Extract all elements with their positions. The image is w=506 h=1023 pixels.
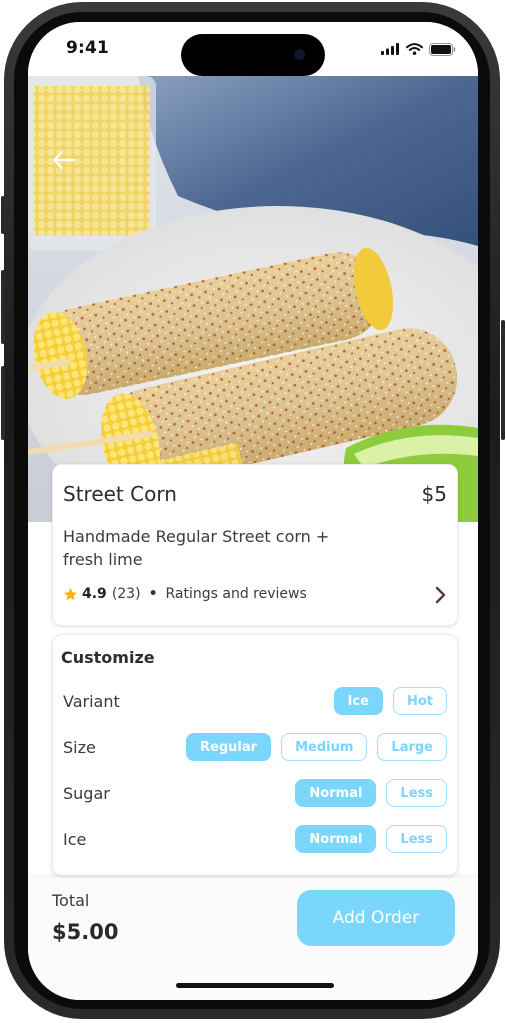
option-row-size: Size Regular Medium Large bbox=[63, 733, 447, 763]
volume-up-button bbox=[1, 270, 5, 344]
wifi-icon bbox=[406, 43, 423, 55]
home-indicator[interactable] bbox=[176, 983, 334, 988]
chip-size-regular[interactable]: Regular bbox=[186, 733, 272, 761]
product-photo bbox=[28, 76, 478, 522]
volume-down-button bbox=[1, 366, 5, 440]
chip-size-medium[interactable]: Medium bbox=[281, 733, 368, 761]
signal-icon bbox=[381, 43, 399, 55]
chip-ice-less[interactable]: Less bbox=[386, 825, 447, 853]
reviews-link-label: Ratings and reviews bbox=[165, 586, 307, 602]
rating-count: (23) bbox=[111, 586, 141, 602]
action-button bbox=[1, 196, 5, 234]
option-row-ice: Ice Normal Less bbox=[63, 825, 447, 855]
product-name: Street Corn bbox=[63, 482, 177, 506]
chip-ice-normal[interactable]: Normal bbox=[295, 825, 377, 853]
arrow-left-icon bbox=[52, 150, 76, 170]
chip-group: Normal Less bbox=[295, 825, 447, 853]
chevron-right-icon[interactable] bbox=[433, 585, 449, 605]
product-price: $5 bbox=[421, 482, 447, 506]
rating-row[interactable]: 4.9 (23) • Ratings and reviews bbox=[63, 586, 307, 602]
option-label: Size bbox=[63, 738, 96, 757]
order-footer: Total $5.00 Add Order bbox=[28, 878, 478, 1000]
chip-sugar-normal[interactable]: Normal bbox=[295, 779, 377, 807]
customize-card: Customize Variant Ice Hot Size Regular M… bbox=[52, 634, 458, 876]
total-label: Total bbox=[52, 891, 90, 910]
chip-group: Normal Less bbox=[295, 779, 447, 807]
chip-group: Ice Hot bbox=[333, 687, 447, 715]
star-icon bbox=[64, 587, 77, 600]
status-bar: 9:41 bbox=[28, 22, 478, 76]
status-time: 9:41 bbox=[66, 38, 110, 58]
total-value: $5.00 bbox=[52, 920, 119, 944]
customize-title: Customize bbox=[61, 648, 155, 667]
battery-icon bbox=[429, 42, 456, 56]
option-label: Sugar bbox=[63, 784, 110, 803]
option-row-sugar: Sugar Normal Less bbox=[63, 779, 447, 809]
chip-sugar-less[interactable]: Less bbox=[386, 779, 447, 807]
option-label: Ice bbox=[63, 830, 87, 849]
street-corn-photo bbox=[28, 76, 478, 522]
chip-variant-hot[interactable]: Hot bbox=[392, 687, 447, 715]
option-row-variant: Variant Ice Hot bbox=[63, 687, 447, 717]
add-order-button[interactable]: Add Order bbox=[297, 890, 455, 946]
chip-group: Regular Medium Large bbox=[186, 733, 447, 761]
chip-variant-ice[interactable]: Ice bbox=[333, 687, 383, 715]
app-screen: 9:41 Street Corn $5 Handmade Regular Str… bbox=[28, 22, 478, 1000]
dynamic-island bbox=[181, 34, 325, 76]
rating-value: 4.9 bbox=[82, 586, 107, 602]
status-icons bbox=[381, 42, 456, 56]
product-info-card: Street Corn $5 Handmade Regular Street c… bbox=[52, 464, 458, 626]
chip-size-large[interactable]: Large bbox=[377, 733, 447, 761]
separator-dot: • bbox=[148, 586, 158, 602]
camera-icon bbox=[294, 49, 305, 60]
option-label: Variant bbox=[63, 692, 120, 711]
product-description: Handmade Regular Street corn + fresh lim… bbox=[63, 527, 330, 569]
power-button bbox=[501, 320, 505, 440]
back-button[interactable] bbox=[50, 146, 78, 174]
